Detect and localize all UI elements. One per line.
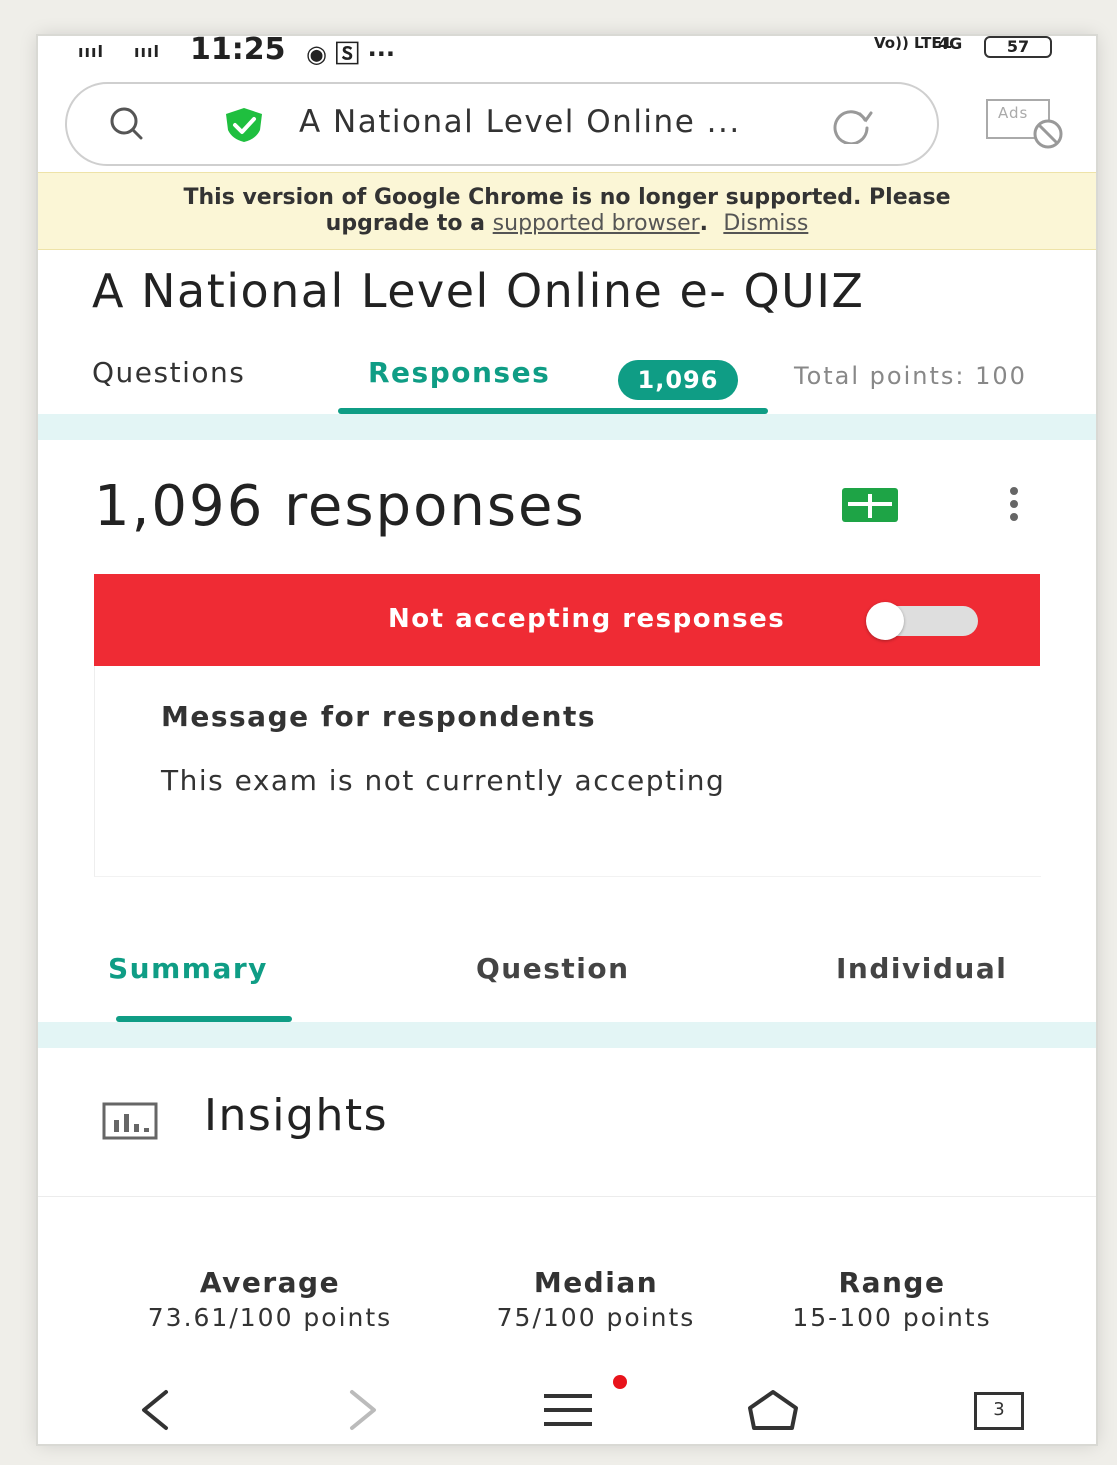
accepting-responses-bar: Not accepting responses [94, 574, 1040, 666]
address-bar[interactable]: A National Level Online ... [65, 82, 939, 166]
notification-icons: ◉ 🅂 ··· [306, 40, 396, 68]
message-body[interactable]: This exam is not currently accepting [161, 764, 725, 797]
stat-median: Median 75/100 points [436, 1266, 756, 1332]
not-accepting-label: Not accepting responses [388, 604, 786, 634]
tabs-count: 3 [993, 1399, 1005, 1420]
shield-icon [226, 108, 262, 142]
tab-summary[interactable]: Summary [108, 952, 268, 985]
banner-period: . [699, 211, 709, 236]
message-title: Message for respondents [161, 700, 597, 733]
message-card: Message for respondents This exam is not… [94, 666, 1041, 877]
stat-value: 73.61/100 points [147, 1303, 393, 1332]
responses-count-badge: 1,096 [618, 360, 738, 400]
menu-icon[interactable] [542, 1392, 594, 1430]
banner-text-line2: upgrade to a supported browser. Dismiss [38, 211, 1096, 237]
unsupported-browser-banner: This version of Google Chrome is no long… [38, 172, 1096, 250]
form-tabs: Questions Responses 1,096 Total points: … [38, 352, 1096, 412]
banner-text-prefix: upgrade to a [325, 211, 485, 236]
notification-dot-icon [613, 1375, 627, 1389]
back-icon[interactable] [136, 1388, 176, 1432]
tab-responses[interactable]: Responses [368, 356, 550, 389]
phone-screen: ıııl ıııl 11:25 ◉ 🅂 ··· Vo)) LTE1 4G 57 … [38, 36, 1096, 1444]
supported-browser-link[interactable]: supported browser [493, 211, 700, 236]
stat-label: Median [533, 1266, 659, 1299]
sheets-icon[interactable] [842, 488, 898, 522]
tab-questions[interactable]: Questions [92, 356, 245, 389]
battery-icon: 57 [984, 36, 1052, 58]
more-options-icon[interactable] [1006, 486, 1022, 522]
insights-divider [38, 1196, 1096, 1197]
network-indicator: 4G [938, 36, 963, 53]
responses-title: 1,096 responses [94, 474, 586, 539]
stat-label: Range [838, 1266, 946, 1299]
signal-icon-2: ıııl [134, 42, 160, 61]
stat-value: 15-100 points [792, 1303, 992, 1332]
form-title: A National Level Online e- QUIZ [92, 264, 865, 318]
total-points: Total points: 100 [794, 362, 1027, 390]
signal-icon: ıııl [78, 42, 104, 61]
url-text[interactable]: A National Level Online ... [299, 104, 741, 140]
reload-icon[interactable] [829, 104, 873, 144]
bar-chart-icon [102, 1102, 158, 1140]
stat-average: Average 73.61/100 points [110, 1266, 430, 1332]
forward-icon[interactable] [342, 1388, 382, 1432]
tab-question[interactable]: Question [476, 952, 630, 985]
status-time: 11:25 [190, 36, 286, 67]
subtab-divider [38, 1022, 1096, 1048]
browser-nav-bar: 3 [38, 1375, 1096, 1444]
insights-title: Insights [204, 1090, 389, 1141]
search-icon[interactable] [109, 106, 143, 140]
stat-value: 75/100 points [496, 1303, 696, 1332]
tabs-icon[interactable]: 3 [974, 1392, 1024, 1430]
ad-block-icon[interactable]: Ads [984, 94, 1066, 150]
home-icon[interactable] [746, 1388, 800, 1432]
status-bar: ıııl ıııl 11:25 ◉ 🅂 ··· Vo)) LTE1 4G 57 [38, 36, 1096, 76]
stat-label: Average [199, 1266, 341, 1299]
banner-text-line1: This version of Google Chrome is no long… [183, 185, 951, 210]
dismiss-link[interactable]: Dismiss [723, 211, 808, 236]
stat-range: Range 15-100 points [732, 1266, 1052, 1332]
tab-individual[interactable]: Individual [836, 952, 1007, 985]
ads-label: Ads [998, 104, 1029, 122]
accepting-toggle-thumb[interactable] [866, 602, 904, 640]
tab-divider [38, 414, 1096, 440]
